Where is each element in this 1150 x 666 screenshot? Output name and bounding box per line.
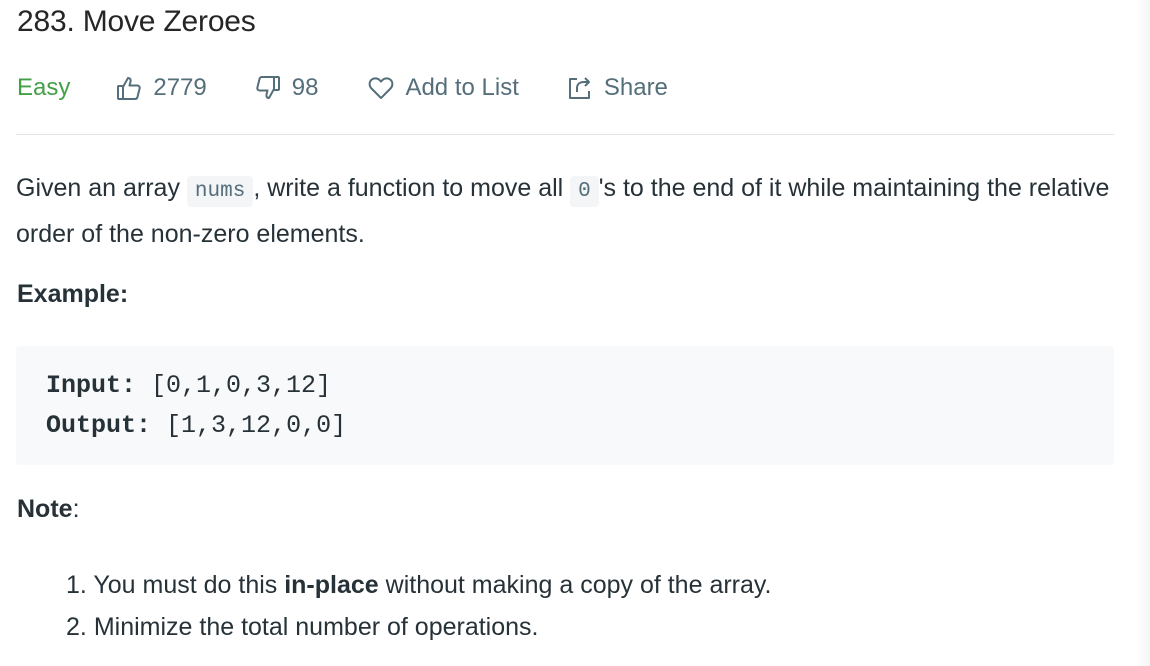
note-item-bold: in-place [284,571,379,599]
share-icon [567,75,593,101]
note-list: 1. You must do this in-place without mak… [66,564,772,648]
note-item: 2. Minimize the total number of operatio… [66,606,772,648]
divider [16,134,1114,135]
inline-code-nums: nums [186,176,254,207]
problem-page: 283. Move Zeroes Easy 2779 98 Add to Lis… [0,0,1150,666]
share-button[interactable]: Share [567,74,668,102]
heart-icon [368,76,394,100]
share-label: Share [603,74,668,101]
problem-title: 283. Move Zeroes [17,5,256,38]
note-item-text-end: without making a copy of the array. [378,571,772,599]
output-value: [1,3,12,0,0] [166,411,347,440]
add-to-list-label: Add to List [405,74,519,101]
thumbs-up-icon [116,75,142,101]
example-input-line: Input: [0,1,0,3,12] [46,366,1114,406]
note-heading-colon: : [72,495,80,523]
example-heading: Example: [17,280,129,308]
add-to-list-button[interactable]: Add to List [368,74,519,102]
description-text-2: , write a function to move all [253,174,571,202]
note-item-number: 1. [66,571,87,599]
dislike-count: 98 [291,74,319,101]
note-item-number: 2. [66,613,87,641]
description-text-1: Given an array [16,174,187,202]
like-count: 2779 [153,74,207,101]
thumbs-down-icon [255,75,281,101]
example-output-line: Output: [1,3,12,0,0] [46,406,1114,446]
inline-code-zero: 0 [570,176,599,207]
note-heading-text: Note [17,495,73,523]
problem-description: Given an array nums, write a function to… [16,167,1116,255]
example-code-block: Input: [0,1,0,3,12] Output: [1,3,12,0,0] [16,346,1114,465]
dislike-button[interactable]: 98 [255,74,319,102]
note-item-text: You must do this [93,571,285,599]
input-value: [0,1,0,3,12] [151,371,332,400]
edge-shadow [1136,0,1150,666]
input-label: Input: [46,371,137,400]
like-button[interactable]: 2779 [116,74,207,102]
output-label: Output: [46,411,152,440]
note-item: 1. You must do this in-place without mak… [66,564,772,606]
difficulty-label: Easy [17,74,71,101]
note-item-text: Minimize the total number of operations. [93,613,539,641]
note-heading: Note: [17,495,80,524]
problem-meta-bar: Easy 2779 98 Add to List Share [17,70,668,106]
